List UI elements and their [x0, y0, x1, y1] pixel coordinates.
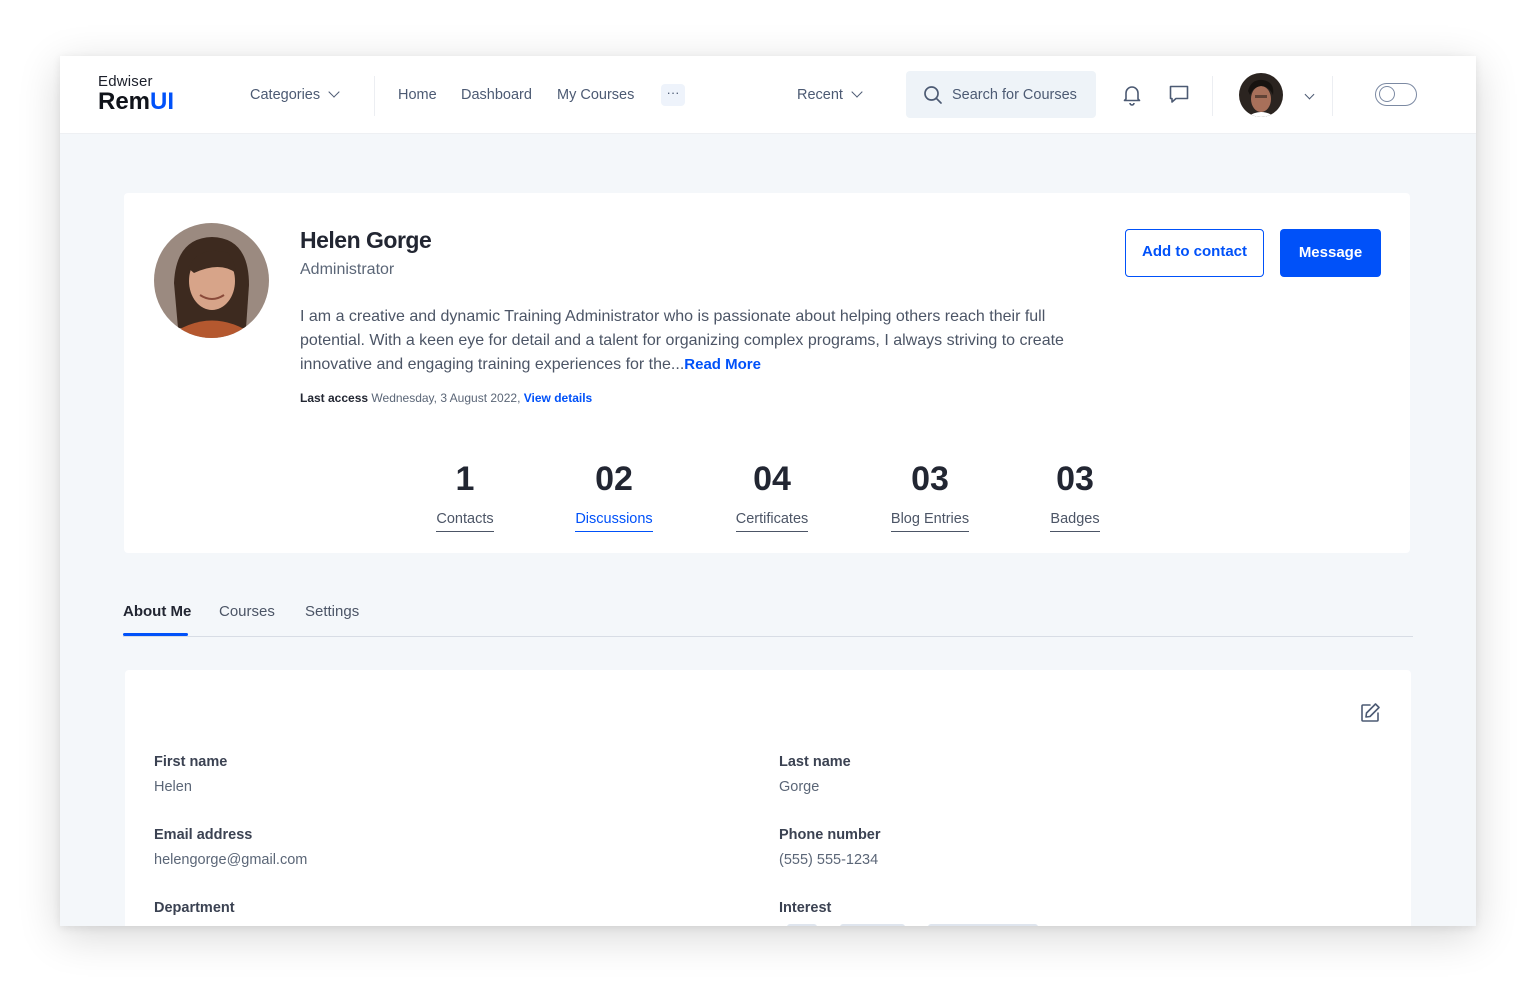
user-avatar-image [1239, 73, 1283, 117]
view-details-link[interactable]: View details [524, 391, 592, 405]
nav-divider [1212, 76, 1213, 116]
stat-label: Blog Entries [890, 509, 970, 532]
tab-settings[interactable]: Settings [305, 603, 359, 620]
active-tab-indicator [123, 633, 188, 636]
last-access-label: Last access [300, 391, 369, 405]
interest-label: Interest [779, 900, 832, 916]
profile-bio-text: I am a creative and dynamic Training Adm… [300, 308, 1064, 373]
theme-toggle-knob [1379, 86, 1395, 102]
tab-courses[interactable]: Courses [219, 603, 275, 620]
brand-logo-main-text: Rem [98, 88, 151, 115]
profile-avatar [154, 223, 269, 338]
user-avatar[interactable] [1239, 73, 1283, 117]
profile-card: Helen Gorge Administrator I am a creativ… [124, 193, 1410, 553]
stat-value: 03 [1056, 460, 1094, 498]
phone-label: Phone number [779, 827, 881, 843]
profile-name: Helen Gorge [300, 227, 432, 253]
stat-badges[interactable]: 03 Badges [1044, 459, 1106, 532]
last-access: Last access Wednesday, 3 August 2022, Vi… [300, 391, 592, 405]
first-name-value: Helen [154, 779, 192, 795]
nav-divider [1332, 76, 1333, 116]
stat-discussions[interactable]: 02 Discussions [572, 459, 656, 532]
stat-contacts[interactable]: 1 Contacts [434, 459, 496, 532]
stat-label: Badges [1050, 509, 1100, 532]
department-label: Department [154, 900, 235, 916]
brand-logo-main: RemUI [98, 90, 174, 114]
bell-icon[interactable] [1120, 82, 1144, 106]
stat-label: Discussions [575, 509, 653, 532]
stat-certificates[interactable]: 04 Certificates [729, 459, 815, 532]
stat-value: 04 [753, 460, 791, 498]
chevron-down-icon [851, 86, 863, 98]
last-access-value: Wednesday, 3 August 2022, [371, 391, 521, 405]
top-navbar: Edwiser RemUI Categories Home Dashboard … [60, 56, 1476, 134]
nav-my-courses[interactable]: My Courses [557, 84, 634, 106]
interest-chip [787, 924, 817, 926]
nav-divider [374, 76, 375, 116]
brand-logo-accent: UI [150, 88, 175, 115]
nav-categories-label: Categories [250, 87, 321, 103]
stat-value: 03 [911, 460, 949, 498]
message-button[interactable]: Message [1280, 229, 1381, 277]
profile-avatar-image [154, 223, 269, 338]
interest-chip [840, 924, 905, 926]
phone-value: (555) 555-1234 [779, 852, 879, 868]
brand-logo[interactable]: Edwiser RemUI [98, 74, 174, 114]
app-window: Edwiser RemUI Categories Home Dashboard … [60, 56, 1476, 926]
course-search[interactable]: Search for Courses [906, 71, 1096, 118]
edit-icon[interactable] [1358, 701, 1382, 725]
stat-label: Contacts [436, 509, 494, 532]
profile-tabs: About Me Courses Settings [123, 596, 1413, 637]
stat-value: 02 [595, 460, 633, 498]
nav-more-button[interactable]: ··· [661, 84, 685, 106]
first-name-label: First name [154, 754, 228, 770]
stat-value: 1 [455, 460, 475, 498]
chevron-down-icon[interactable] [1304, 89, 1315, 100]
interest-chip [928, 924, 1038, 926]
email-value: helengorge@gmail.com [154, 852, 308, 868]
nav-recent[interactable]: Recent [797, 84, 863, 106]
nav-recent-label: Recent [797, 87, 843, 103]
nav-dashboard[interactable]: Dashboard [461, 84, 532, 106]
add-to-contact-button[interactable]: Add to contact [1125, 229, 1264, 277]
nav-home[interactable]: Home [398, 84, 437, 106]
read-more-link[interactable]: Read More [684, 356, 761, 373]
profile-bio: I am a creative and dynamic Training Adm… [300, 305, 1080, 377]
nav-categories[interactable]: Categories [250, 84, 340, 106]
search-input[interactable]: Search for Courses [952, 85, 1077, 105]
chat-icon[interactable] [1167, 82, 1191, 106]
profile-role: Administrator [300, 261, 395, 278]
email-label: Email address [154, 827, 253, 843]
tab-about-me[interactable]: About Me [123, 603, 191, 620]
about-me-card: First name Helen Last name Gorge Email a… [125, 670, 1411, 926]
chevron-down-icon [328, 86, 340, 98]
stat-blog-entries[interactable]: 03 Blog Entries [886, 459, 974, 532]
theme-toggle[interactable] [1375, 83, 1417, 106]
last-name-value: Gorge [779, 779, 820, 795]
last-name-label: Last name [779, 754, 851, 770]
stat-label: Certificates [735, 509, 809, 532]
search-icon [924, 86, 942, 104]
